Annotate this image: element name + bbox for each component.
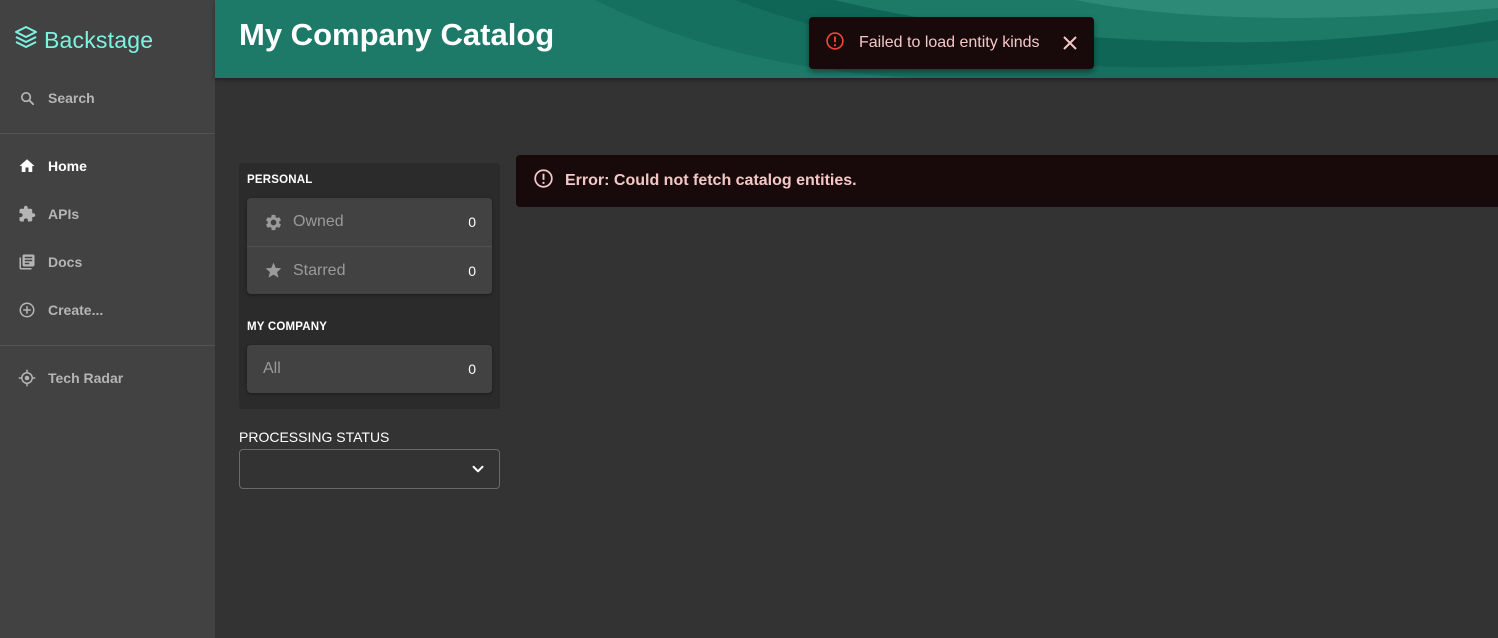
sidebar-search[interactable]: Search (0, 78, 215, 118)
sidebar-search-label: Search (48, 90, 95, 106)
sidebar-item-apis[interactable]: APIs (0, 194, 215, 234)
catalog-error-alert: Error: Could not fetch catalog entities. (516, 155, 1498, 207)
page-title: My Company Catalog (239, 17, 555, 52)
sidebar-divider (0, 345, 215, 346)
error-outline-icon (825, 31, 845, 56)
personal-filter-card: Owned 0 Starred 0 (247, 198, 492, 294)
filter-starred-label: Starred (293, 261, 346, 279)
personal-group-label: PERSONAL (247, 174, 313, 186)
sidebar-item-label: Home (48, 158, 87, 174)
filter-starred-count: 0 (468, 262, 476, 279)
sidebar-item-create[interactable]: Create... (0, 290, 215, 330)
sidebar-item-label: Docs (48, 254, 83, 270)
star-icon (263, 261, 283, 281)
filter-all-label: All (263, 360, 281, 377)
sidebar-item-label: APIs (48, 206, 80, 222)
logo-text: Backstage (44, 26, 154, 53)
radar-icon (18, 369, 36, 387)
add-circle-icon (18, 301, 36, 319)
user-list-filter-panel: PERSONAL Owned 0 Starred 0 MY COMPANY Al… (239, 163, 500, 409)
error-snackbar: Failed to load entity kinds (809, 17, 1094, 69)
filter-owned-count: 0 (468, 214, 476, 230)
chevron-down-icon (469, 460, 487, 483)
error-outline-icon (533, 168, 554, 194)
sidebar-divider (0, 133, 215, 134)
processing-status-label: PROCESSING STATUS (239, 429, 390, 445)
filter-all-count: 0 (468, 361, 476, 377)
home-icon (18, 157, 36, 175)
filter-starred[interactable]: Starred 0 (247, 246, 492, 294)
filter-owned[interactable]: Owned 0 (247, 198, 492, 246)
puzzle-icon (18, 205, 36, 223)
gear-icon (263, 212, 283, 232)
company-group-label: MY COMPANY (247, 321, 328, 333)
sidebar-item-label: Tech Radar (48, 370, 124, 386)
sidebar-item-home[interactable]: Home (0, 146, 215, 186)
backstage-logo[interactable]: Backstage (14, 24, 153, 56)
snackbar-message: Failed to load entity kinds (859, 34, 1040, 51)
app-root: Backstage Search Home APIs Docs Create..… (0, 0, 1498, 638)
sidebar-item-label: Create... (48, 302, 104, 318)
error-message: Error: Could not fetch catalog entities. (565, 172, 857, 189)
backstage-logo-icon (14, 25, 38, 56)
processing-status-select[interactable] (239, 449, 500, 489)
filter-owned-label: Owned (293, 213, 344, 230)
close-icon[interactable] (1058, 31, 1082, 55)
company-filter-card: All 0 (247, 345, 492, 393)
sidebar-item-docs[interactable]: Docs (0, 242, 215, 282)
filter-all[interactable]: All 0 (247, 345, 492, 393)
sidebar: Backstage Search Home APIs Docs Create..… (0, 0, 215, 638)
library-books-icon (18, 253, 36, 271)
search-icon (18, 89, 36, 107)
sidebar-item-tech-radar[interactable]: Tech Radar (0, 358, 215, 398)
